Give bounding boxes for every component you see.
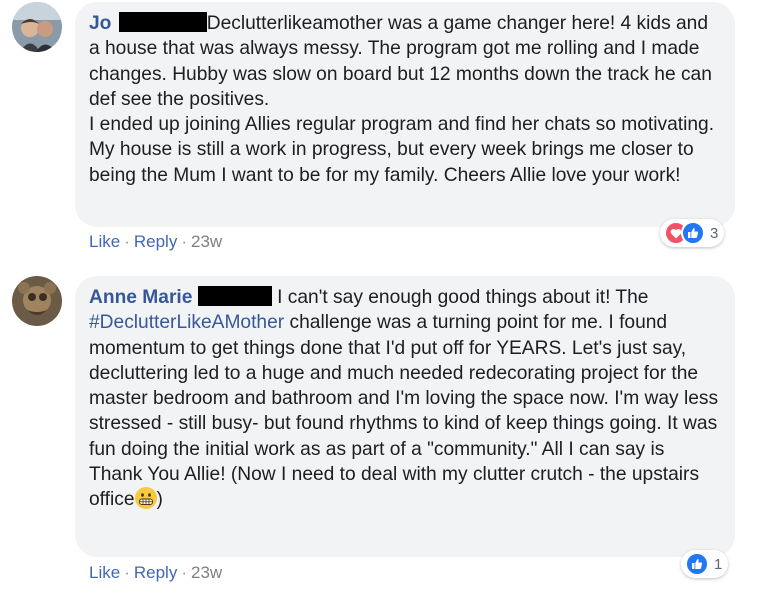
author-name[interactable]: Anne Marie	[89, 287, 192, 308]
reply-button[interactable]: Reply	[134, 563, 177, 582]
redacted-surname	[197, 286, 272, 306]
like-icon	[685, 552, 709, 576]
comment-body-end: )	[156, 489, 163, 511]
like-icon	[681, 221, 705, 245]
hashtag-link[interactable]: #DeclutterLikeAMother	[89, 312, 284, 333]
avatar[interactable]	[12, 2, 62, 52]
reactions-summary[interactable]: 3	[660, 219, 725, 247]
reactions-summary[interactable]: 1	[681, 550, 729, 578]
separator: ·	[124, 232, 130, 251]
comment-actions: Like · Reply · 23w	[89, 232, 222, 252]
comment-text: Anne Marie I can't say enough good thing…	[89, 285, 721, 513]
timestamp[interactable]: 23w	[191, 563, 222, 582]
comment-body-continued: challenge was a turning point for me. I …	[89, 312, 719, 511]
grimacing-face-icon	[134, 487, 157, 510]
like-button[interactable]: Like	[89, 232, 120, 251]
timestamp[interactable]: 23w	[191, 232, 222, 251]
separator: ·	[181, 232, 187, 251]
comment-body: I can't say enough good things about it!…	[277, 287, 649, 308]
separator: ·	[124, 563, 130, 582]
author-name[interactable]: Jo	[89, 13, 111, 34]
reaction-count: 3	[710, 224, 719, 242]
separator: ·	[181, 563, 187, 582]
like-button[interactable]: Like	[89, 563, 120, 582]
redacted-surname	[118, 12, 207, 32]
comment-bubble: Anne Marie I can't say enough good thing…	[75, 276, 735, 557]
reply-button[interactable]: Reply	[134, 232, 177, 251]
reaction-count: 1	[714, 555, 723, 573]
comment-text: Jo Declutterlikeamother was a game chang…	[89, 11, 721, 188]
comment-actions: Like · Reply · 23w	[89, 563, 222, 583]
comment-bubble: Jo Declutterlikeamother was a game chang…	[75, 2, 735, 227]
avatar[interactable]	[12, 276, 62, 326]
comment-body-paragraph-2: I ended up joining Allies regular progra…	[89, 114, 715, 186]
